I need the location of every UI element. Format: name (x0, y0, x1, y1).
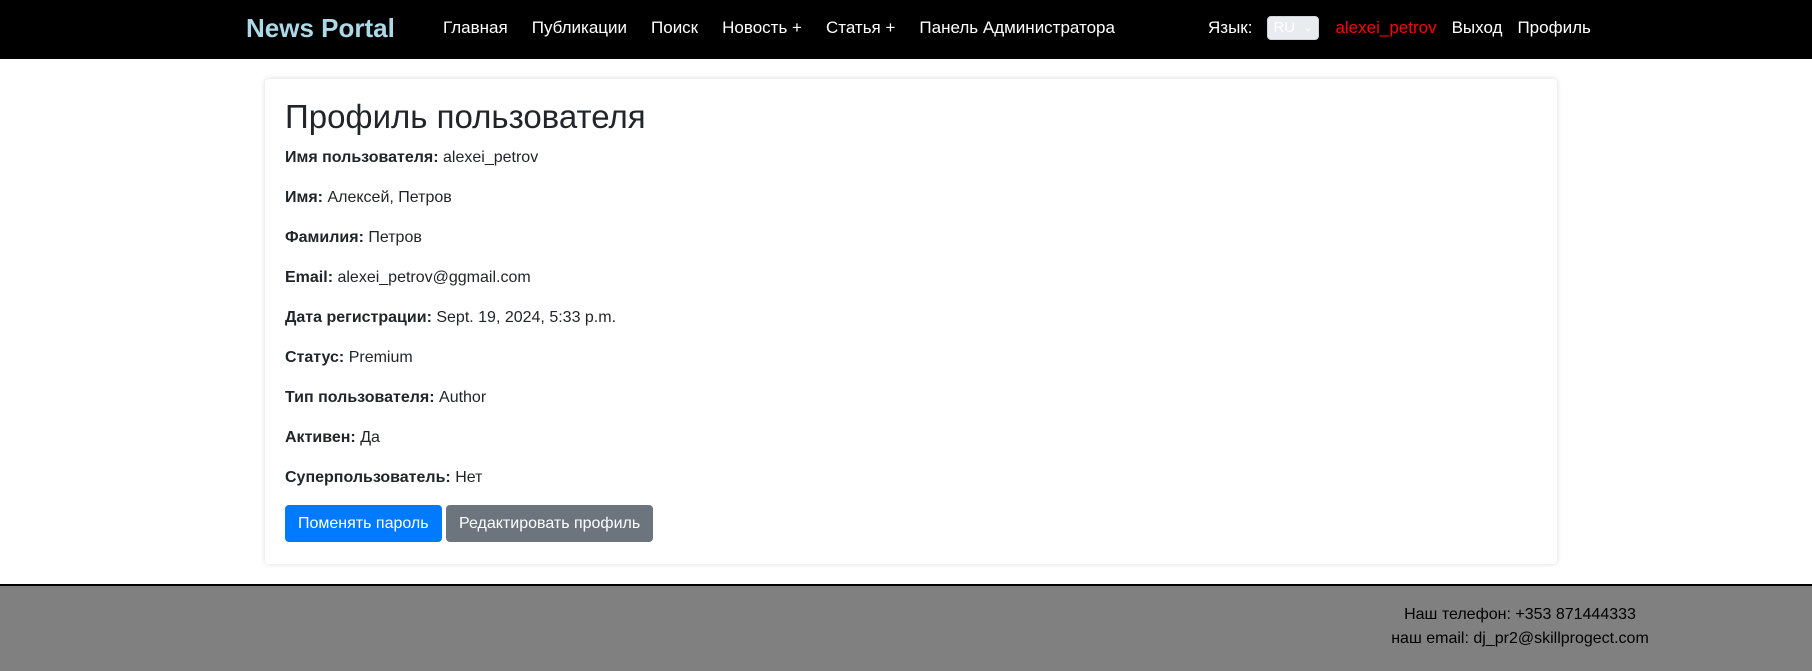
logout-link[interactable]: Выход (1452, 16, 1503, 40)
field-value: alexei_petrov (443, 149, 539, 166)
nav-link-add-news[interactable]: Новость + (722, 16, 802, 40)
profile-field-user-type: Тип пользователя: Author (285, 387, 486, 409)
field-value: alexei_petrov@ggmail.com (337, 269, 531, 286)
field-value: Петров (368, 229, 422, 246)
profile-field-username: Имя пользователя: alexei_petrov (285, 147, 538, 169)
edit-profile-button[interactable]: Редактировать профиль (446, 505, 654, 542)
field-value: Sept. 19, 2024, 5:33 p.m. (436, 309, 617, 326)
field-value: Алексей, Петров (327, 189, 452, 206)
user-nav: Язык: RU ⌄ alexei_petrov Выход Профиль (1208, 15, 1606, 41)
nav-link-search[interactable]: Поиск (651, 16, 698, 40)
profile-field-active: Активен: Да (285, 427, 380, 449)
field-value: Нет (455, 469, 483, 486)
field-label: Имя: (285, 189, 323, 206)
field-label: Суперпользователь: (285, 469, 451, 486)
profile-field-email: Email: alexei_petrov@ggmail.com (285, 267, 531, 289)
profile-card: Профиль пользователя Имя пользователя: a… (265, 79, 1557, 564)
nav-link-publications[interactable]: Публикации (532, 16, 627, 40)
nav-link-add-article[interactable]: Статья + (826, 16, 895, 40)
chevron-down-icon: ⌄ (1303, 22, 1313, 34)
field-label: Статус: (285, 349, 345, 366)
current-user-link[interactable]: alexei_petrov (1335, 16, 1436, 40)
footer-phone: Наш телефон: +353 871444333 (1404, 606, 1636, 623)
main-nav: Главная Публикации Поиск Новость + Стать… (443, 16, 1139, 40)
field-label: Фамилия: (285, 229, 364, 246)
profile-field-registration-date: Дата регистрации: Sept. 19, 2024, 5:33 p… (285, 307, 616, 329)
field-label: Активен: (285, 429, 356, 446)
language-select-value: RU (1273, 19, 1296, 36)
profile-field-last-name: Фамилия: Петров (285, 227, 422, 249)
language-label: Язык: (1208, 18, 1253, 37)
brand-logo-link[interactable]: News Portal (246, 12, 395, 44)
profile-field-first-name: Имя: Алексей, Петров (285, 187, 452, 209)
site-footer: Наш телефон: +353 871444333 наш email: d… (0, 584, 1812, 671)
language-select[interactable]: RU ⌄ (1267, 16, 1320, 40)
change-password-button[interactable]: Поменять пароль (285, 505, 442, 542)
field-value: Premium (348, 349, 413, 366)
field-label: Дата регистрации: (285, 309, 432, 326)
nav-link-admin-panel[interactable]: Панель Администратора (919, 16, 1115, 40)
nav-link-home[interactable]: Главная (443, 16, 508, 40)
profile-field-superuser: Суперпользователь: Нет (285, 467, 482, 489)
profile-link[interactable]: Профиль (1517, 16, 1590, 40)
top-navbar: News Portal Главная Публикации Поиск Нов… (0, 0, 1812, 59)
profile-field-status: Статус: Premium (285, 347, 413, 369)
field-label: Имя пользователя: (285, 149, 439, 166)
page-title: Профиль пользователя (285, 98, 646, 135)
footer-email: наш email: dj_pr2@skillprogect.com (1391, 630, 1649, 647)
field-value: Да (360, 429, 380, 446)
field-label: Email: (285, 269, 334, 286)
field-label: Тип пользователя: (285, 389, 435, 406)
field-value: Author (439, 389, 487, 406)
